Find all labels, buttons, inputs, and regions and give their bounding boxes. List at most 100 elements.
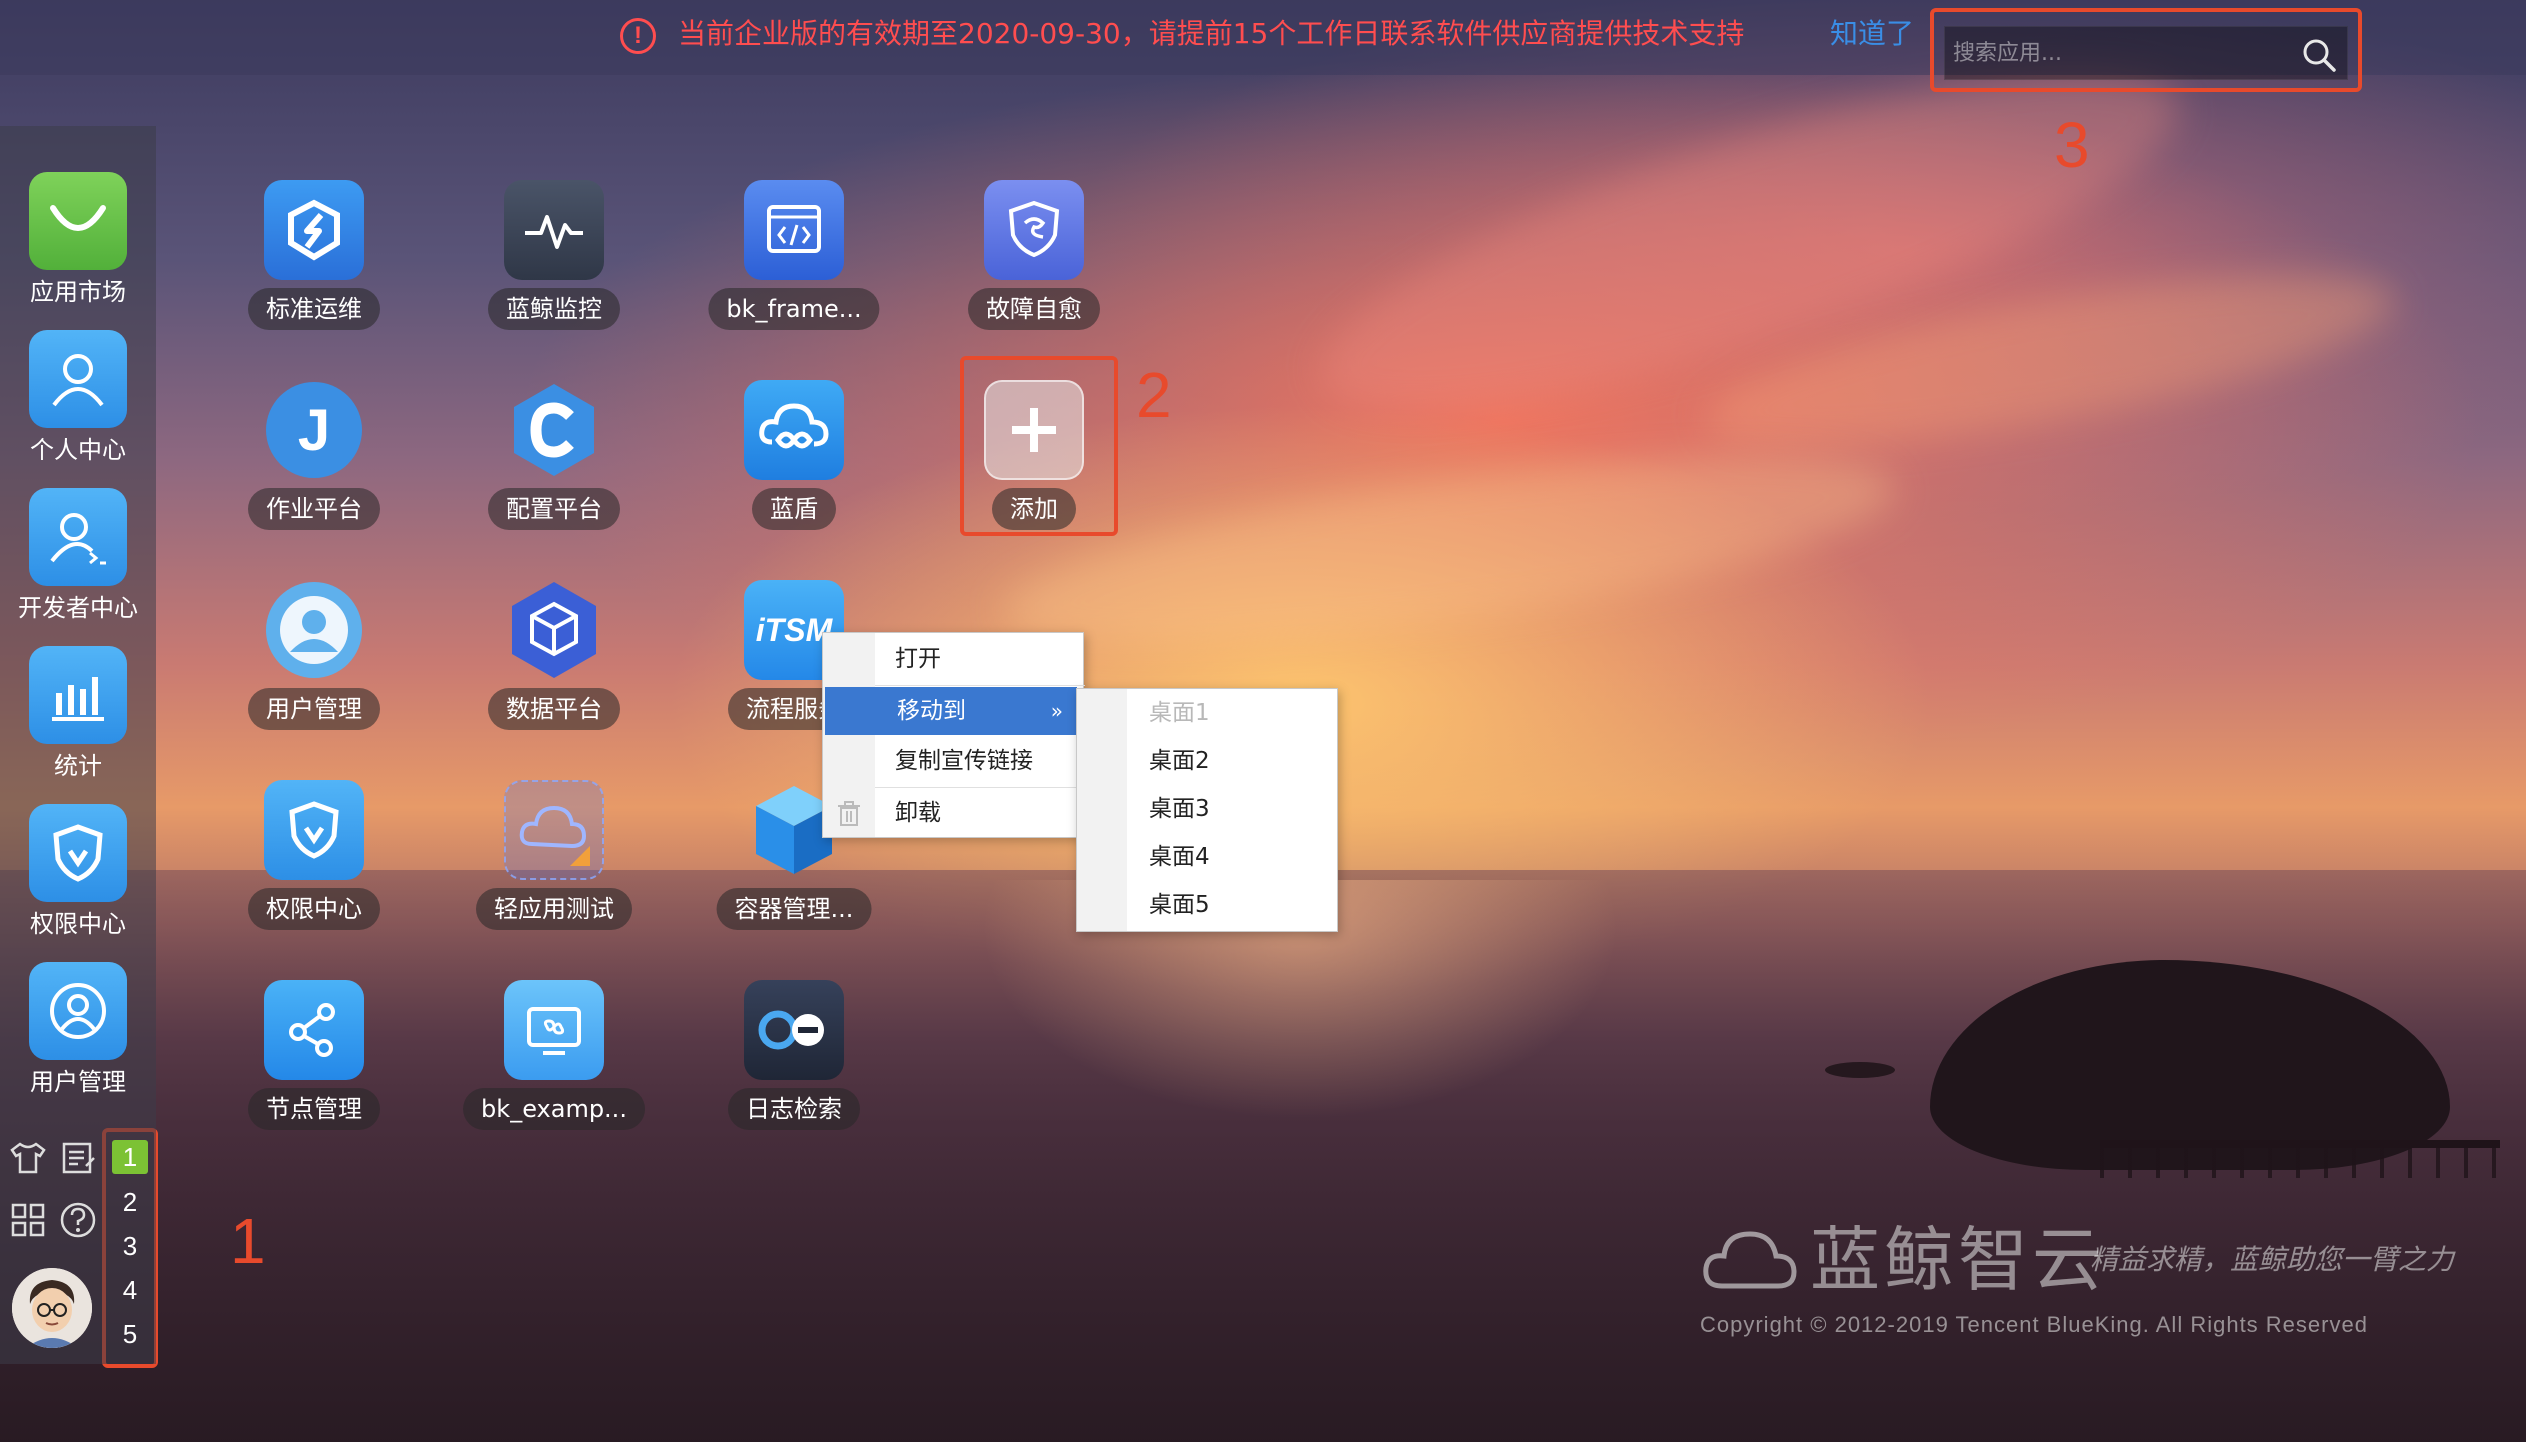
- shield-icon: [29, 804, 127, 902]
- sops-icon: [264, 180, 364, 280]
- app-data-platform[interactable]: 数据平台: [454, 580, 654, 780]
- user-circle-icon: [29, 962, 127, 1060]
- monitor-icon: [504, 180, 604, 280]
- dock-item-label: 开发者中心: [18, 594, 138, 622]
- brand-name: 蓝鲸智云: [1810, 1219, 2106, 1301]
- context-menu: 打开 移动到 » 复制宣传链接 卸载: [822, 632, 1085, 838]
- app-label: bk_examp...: [463, 1088, 645, 1130]
- pier: [2100, 1140, 2500, 1148]
- devops-cloud-icon: [744, 380, 844, 480]
- dock-item-permission-center[interactable]: 权限中心: [0, 796, 156, 952]
- submenu-arrow-icon: »: [1050, 699, 1063, 723]
- bar-chart-icon: [29, 646, 127, 744]
- app-label: 日志检索: [728, 1088, 860, 1130]
- app-light-app-test[interactable]: 轻应用测试: [454, 780, 654, 980]
- annotation-number-3: 3: [2054, 109, 2090, 181]
- app-add[interactable]: 添加: [934, 380, 1134, 580]
- dock-item-personal-center[interactable]: 个人中心: [0, 322, 156, 478]
- app-label: 标准运维: [248, 288, 380, 330]
- submenu-item-desktop-2[interactable]: 桌面2: [1077, 737, 1337, 785]
- annotation-frame-search: [1930, 8, 2362, 92]
- app-permission-center[interactable]: 权限中心: [214, 780, 414, 980]
- app-label: 作业平台: [248, 488, 380, 530]
- user-circle-icon: [264, 580, 364, 680]
- menu-item-move-to[interactable]: 移动到 »: [825, 687, 1077, 735]
- menu-item-label: 卸载: [895, 800, 941, 826]
- app-node-management[interactable]: 节点管理: [214, 980, 414, 1180]
- nodes-icon: [264, 980, 364, 1080]
- help-icon[interactable]: [58, 1200, 98, 1240]
- desktop-tab-2[interactable]: 2: [108, 1182, 152, 1222]
- dock-item-label: 权限中心: [30, 910, 126, 938]
- desktop-tab-5[interactable]: 5: [108, 1314, 152, 1354]
- dismiss-notice-link[interactable]: 知道了: [1830, 14, 1914, 54]
- grid-icon[interactable]: [8, 1200, 48, 1240]
- notes-icon[interactable]: [58, 1138, 98, 1178]
- brand-slogan: 精益求精，蓝鲸助您一臂之力: [2090, 1243, 2455, 1276]
- pier-legs: [2100, 1148, 2500, 1178]
- app-label: 轻应用测试: [476, 888, 632, 930]
- cube-icon: [504, 580, 604, 680]
- dock-item-label: 个人中心: [30, 436, 126, 464]
- shield-icon: [264, 780, 364, 880]
- menu-item-open[interactable]: 打开: [823, 635, 1083, 683]
- log-search-icon: [744, 980, 844, 1080]
- dock-item-user-management[interactable]: 用户管理: [0, 954, 156, 1110]
- dock-item-app-market[interactable]: 应用市场: [0, 164, 156, 320]
- user-icon: [29, 330, 127, 428]
- app-label: 容器管理...: [716, 888, 872, 930]
- app-bk-example[interactable]: bk_examp...: [454, 980, 654, 1180]
- tshirt-icon[interactable]: [8, 1138, 48, 1178]
- notice-message: 当前企业版的有效期至2020-09-30，请提前15个工作日联系软件供应商提供技…: [678, 17, 1745, 50]
- desktop-tab-4[interactable]: 4: [108, 1270, 152, 1310]
- app-bk-framework[interactable]: bk_frame...: [694, 180, 894, 380]
- letter-c-icon: [504, 380, 604, 480]
- dock-item-label: 用户管理: [30, 1068, 126, 1096]
- dock-item-label: 应用市场: [30, 278, 126, 306]
- submenu-item-desktop-4[interactable]: 桌面4: [1077, 833, 1337, 881]
- copyright-text: Copyright © 2012-2019 Tencent BlueKing. …: [1700, 1312, 2368, 1337]
- warning-icon: !: [620, 18, 656, 54]
- app-bkdevops[interactable]: 蓝盾: [694, 380, 894, 580]
- annotation-number-2: 2: [1136, 359, 1172, 431]
- app-label: 权限中心: [248, 888, 380, 930]
- app-fta[interactable]: 故障自愈: [934, 180, 1134, 380]
- brand-watermark: 蓝鲸智云 精益求精，蓝鲸助您一臂之力: [1700, 1210, 2460, 1310]
- desktop-tab-3[interactable]: 3: [108, 1226, 152, 1266]
- plus-icon: [984, 380, 1084, 480]
- annotation-number-1: 1: [230, 1205, 266, 1277]
- menu-divider: [875, 685, 1085, 686]
- submenu-item-desktop-3[interactable]: 桌面3: [1077, 785, 1337, 833]
- cloud-light-app-icon: [504, 780, 604, 880]
- app-label: 蓝盾: [752, 488, 836, 530]
- menu-item-copy-link[interactable]: 复制宣传链接: [823, 737, 1083, 785]
- app-user-management[interactable]: 用户管理: [214, 580, 414, 780]
- code-window-icon: [744, 180, 844, 280]
- trash-icon: [838, 801, 860, 826]
- dock-item-statistics[interactable]: 统计: [0, 638, 156, 794]
- app-log-search[interactable]: 日志检索: [694, 980, 894, 1180]
- app-label: 数据平台: [488, 688, 620, 730]
- desktop-tab-1[interactable]: 1: [112, 1140, 148, 1174]
- app-job[interactable]: J 作业平台: [214, 380, 414, 580]
- dock-item-developer-center[interactable]: 开发者中心: [0, 480, 156, 636]
- app-label: 故障自愈: [968, 288, 1100, 330]
- shopping-bag-icon: [29, 172, 127, 270]
- svg-text:J: J: [298, 398, 330, 463]
- user-avatar[interactable]: [12, 1268, 92, 1348]
- menu-divider: [875, 787, 1085, 788]
- letter-j-icon: J: [264, 380, 364, 480]
- bk-cloud-logo-icon: [1703, 1231, 1797, 1289]
- app-label: 蓝鲸监控: [488, 288, 620, 330]
- monitor-screen-icon: [504, 980, 604, 1080]
- menu-item-uninstall[interactable]: 卸载: [823, 789, 1083, 837]
- app-label: 节点管理: [248, 1088, 380, 1130]
- app-cmdb[interactable]: 配置平台: [454, 380, 654, 580]
- app-label: bk_frame...: [708, 288, 880, 330]
- islet: [1825, 1062, 1895, 1078]
- app-label: 用户管理: [248, 688, 380, 730]
- app-monitor[interactable]: 蓝鲸监控: [454, 180, 654, 380]
- app-sops[interactable]: 标准运维: [214, 180, 414, 380]
- submenu-item-desktop-5[interactable]: 桌面5: [1077, 881, 1337, 929]
- app-label: 添加: [992, 488, 1076, 530]
